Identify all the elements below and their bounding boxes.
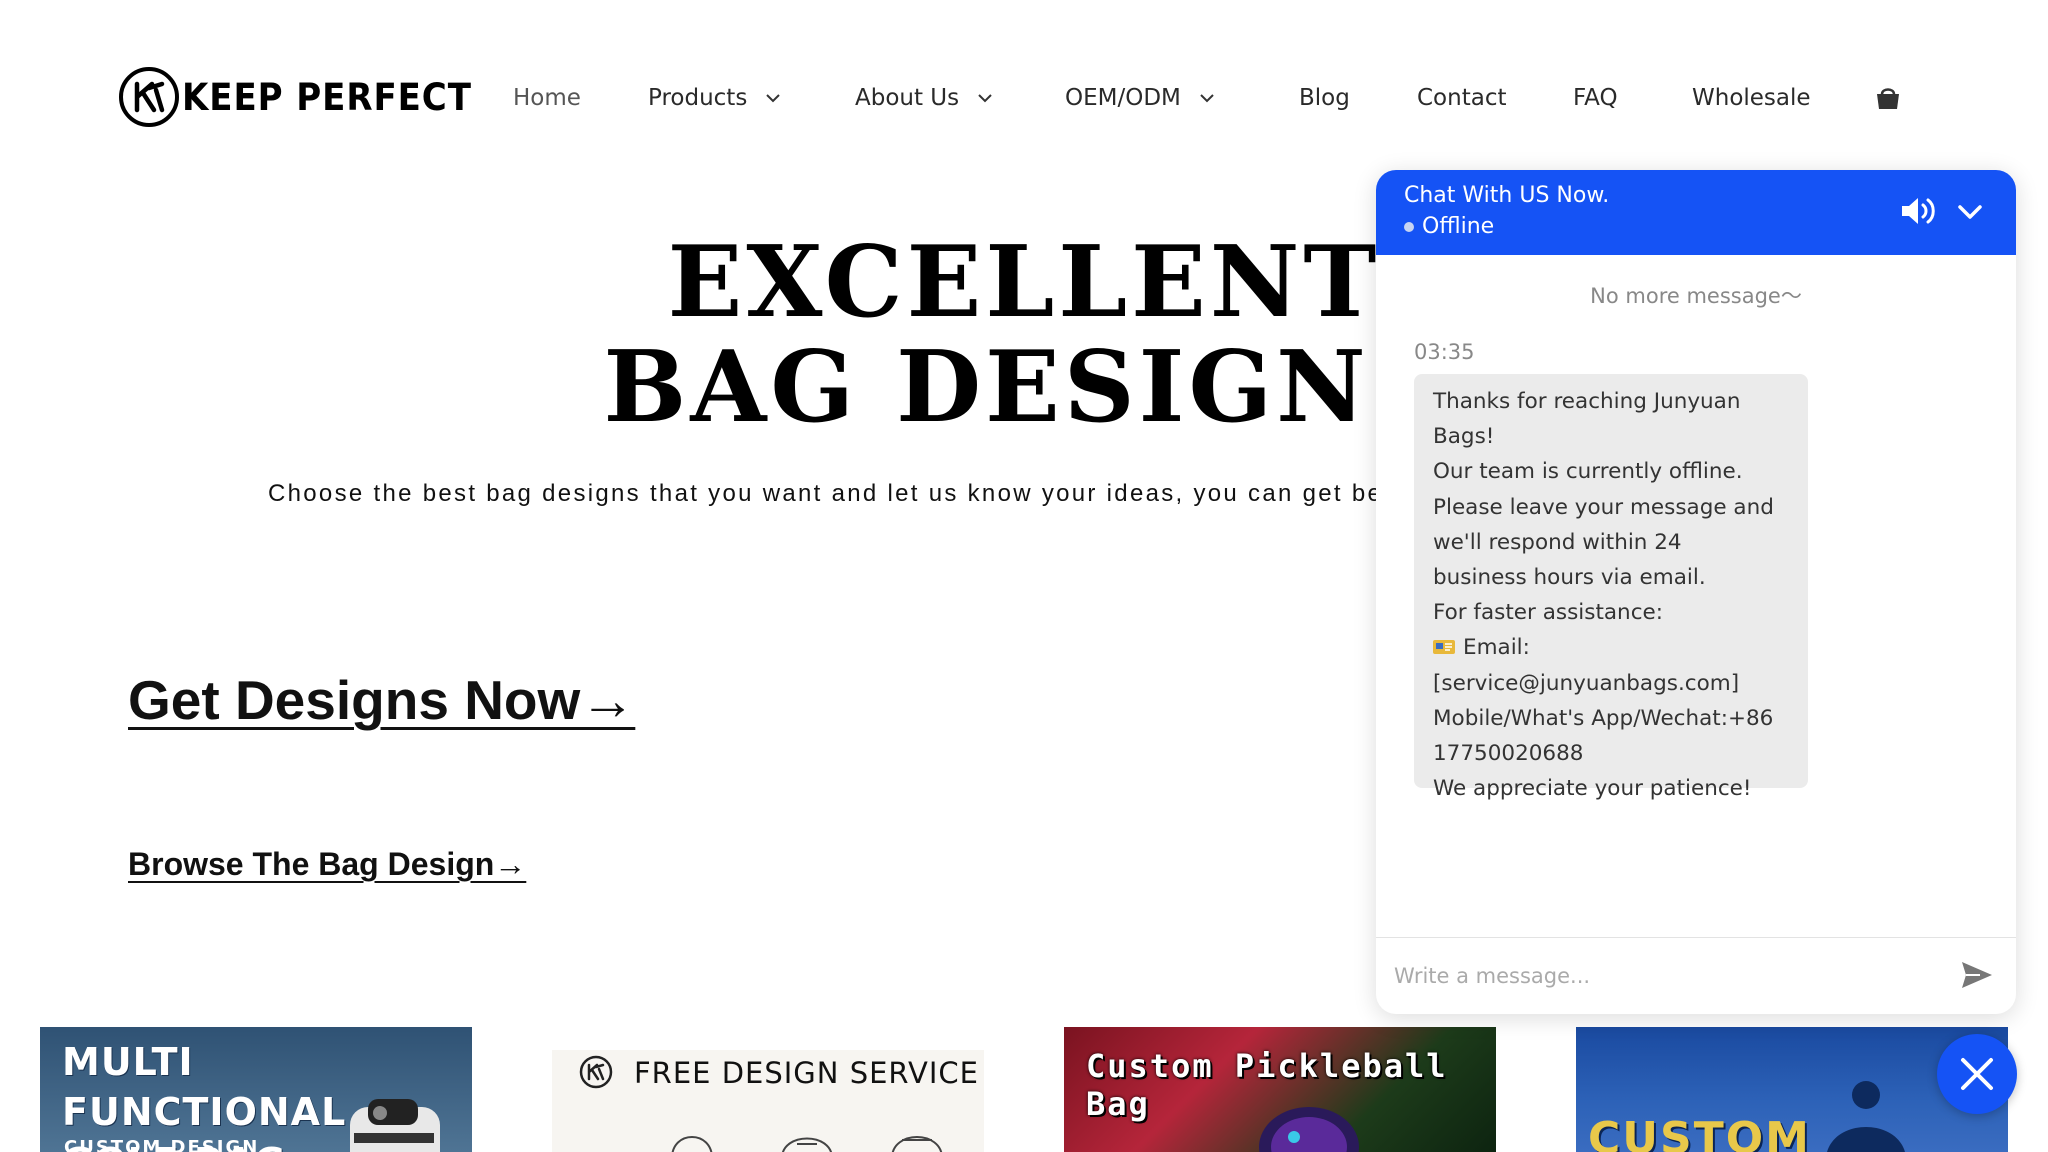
product-card-free-design[interactable]: FREE DESIGN SERVICE: [552, 1050, 984, 1152]
brand-name: KEEP PERFECT: [182, 75, 472, 119]
nav-item-label: Home: [513, 85, 581, 111]
nav-item-blog[interactable]: Blog: [1299, 78, 1350, 118]
chevron-down-icon: [978, 94, 992, 103]
chevron-down-icon: [1200, 94, 1214, 103]
nav-item-label: Blog: [1299, 85, 1350, 111]
chat-close-button[interactable]: [1937, 1034, 2017, 1114]
chevron-down-icon[interactable]: [1956, 200, 1984, 224]
message-line: Thanks for reaching Junyuan: [1433, 389, 1741, 414]
nav-item-about-us[interactable]: About Us: [855, 78, 993, 118]
no-more-messages-label: No more message～: [1590, 284, 1802, 308]
golfer-silhouette-image: [1827, 1081, 1905, 1152]
message-line: business hours via email.: [1433, 565, 1706, 591]
site-header: KEEP PERFECT Home Products About Us OEM/…: [0, 0, 2048, 195]
message-line: 17750020688: [1433, 741, 1584, 767]
card-subtitle: CUSTOM DESIGN: [64, 1137, 260, 1152]
message-line: we'll respond within 24: [1433, 529, 1682, 555]
chat-input-area: [1376, 937, 2016, 1014]
chat-status: Offline: [1404, 214, 1494, 239]
send-icon[interactable]: [1960, 960, 1994, 990]
message-timestamp: 03:35: [1414, 340, 1475, 364]
keep-perfect-logo-icon: [579, 1055, 613, 1089]
site-logo[interactable]: KEEP PERFECT: [118, 66, 497, 128]
nav-item-faq[interactable]: FAQ: [1573, 78, 1618, 118]
hero-subtitle: Choose the best bag designs that you wan…: [268, 480, 1417, 507]
nav-item-wholesale[interactable]: Wholesale: [1692, 78, 1811, 118]
chat-title: Chat With US Now.: [1404, 183, 1610, 208]
golf-bag-image: [350, 1099, 440, 1152]
message-line-email: Email:: [1433, 630, 1794, 665]
chat-widget: Chat With US Now. Offline No more messag…: [1376, 170, 2016, 1014]
message-line: Mobile/What's App/Wechat:+86: [1433, 705, 1774, 731]
chevron-down-icon: [766, 94, 781, 103]
bag-sketch-image: [671, 1136, 943, 1152]
email-label: Email:: [1463, 635, 1530, 661]
message-line: Our team is currently offline.: [1433, 459, 1743, 485]
nav-item-products[interactable]: Products: [648, 78, 781, 118]
product-card-pickleball-bag[interactable]: Custom Pickleball Bag: [1064, 1027, 1496, 1152]
nav-item-label: Wholesale: [1692, 85, 1811, 111]
nav-item-label: Contact: [1417, 85, 1507, 111]
message-line: Bags!: [1433, 424, 1495, 450]
nav-item-home[interactable]: Home: [513, 78, 581, 118]
nav-item-label: Products: [648, 85, 748, 111]
speaker-icon[interactable]: [1900, 195, 1938, 227]
product-card-golf-bag[interactable]: MULTI FUNCTIONAL GOLF BAG CUSTOM DESIGN: [40, 1027, 472, 1152]
message-line: We appreciate your patience!: [1433, 776, 1752, 802]
message-line: Please leave your message and: [1433, 494, 1774, 520]
chat-header: Chat With US Now. Offline: [1376, 170, 2016, 255]
browse-bag-design-link[interactable]: Browse The Bag Design→: [128, 846, 526, 883]
keep-perfect-logo-icon: [119, 67, 179, 127]
message-line: For faster assistance:: [1433, 600, 1663, 626]
nav-item-label: FAQ: [1573, 85, 1618, 111]
nav-item-label: OEM/ODM: [1065, 85, 1181, 111]
card-title: CUSTOM: [1588, 1113, 1811, 1152]
status-dot-icon: [1404, 221, 1414, 232]
close-icon: [1961, 1058, 1993, 1090]
message-line: [service@junyuanbags.com]: [1433, 670, 1740, 696]
shopping-bag-icon[interactable]: [1874, 84, 1902, 112]
pickleball-paddle-image: [1259, 1107, 1359, 1152]
chat-message-bubble: Thanks for reaching Junyuan Bags! Our te…: [1414, 374, 1808, 801]
card-title: FREE DESIGN SERVICE: [634, 1056, 979, 1090]
get-designs-now-link[interactable]: Get Designs Now→: [128, 668, 635, 732]
nav-item-label: About Us: [855, 85, 960, 111]
email-envelope-icon: [1433, 640, 1455, 655]
chat-message-input[interactable]: [1394, 948, 1934, 1004]
chat-status-label: Offline: [1422, 214, 1495, 239]
nav-item-oem-odm[interactable]: OEM/ODM: [1065, 78, 1215, 118]
nav-item-contact[interactable]: Contact: [1417, 78, 1506, 118]
